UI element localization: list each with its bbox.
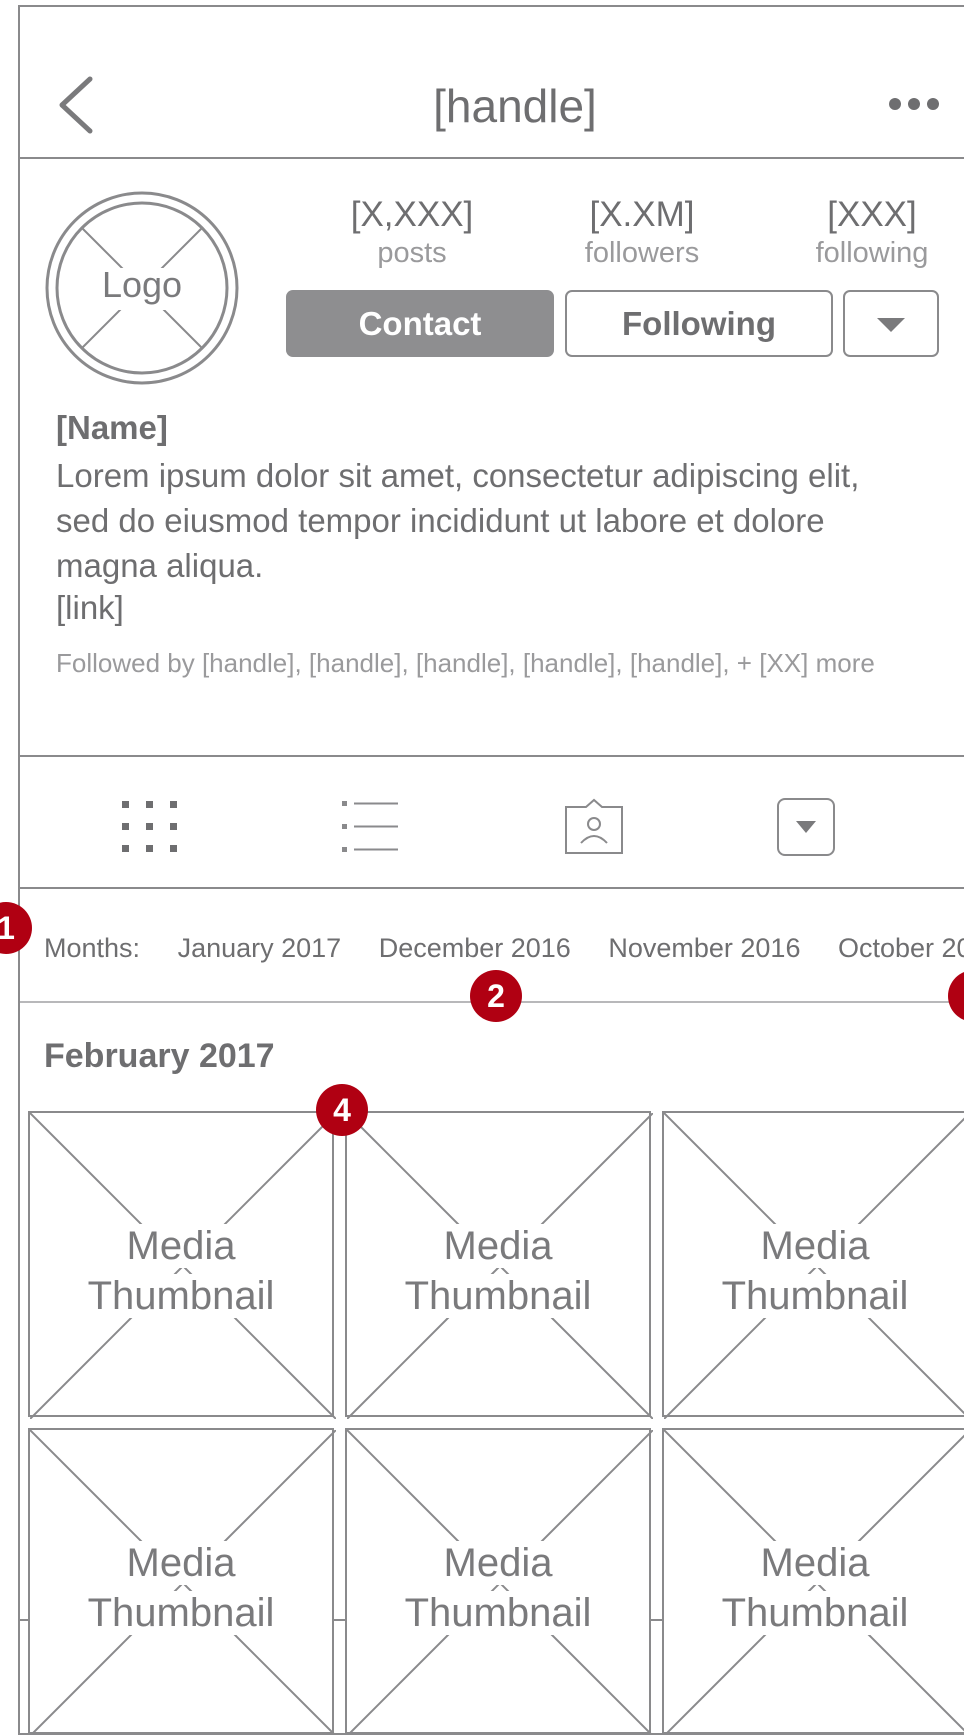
tab-list-view[interactable] <box>310 787 430 867</box>
media-thumbnail[interactable]: Media Thumbnail <box>345 1428 653 1733</box>
stat-following[interactable]: [XXX] following <box>772 195 964 271</box>
profile-dropdown-button[interactable] <box>843 290 939 357</box>
profile-link[interactable]: [link] <box>56 589 124 627</box>
tab-grid-view[interactable] <box>90 787 210 867</box>
stat-posts-label: posts <box>377 237 447 269</box>
dropdown-icon <box>777 798 835 856</box>
tagged-person-icon <box>565 798 623 854</box>
thumbnail-label: Media Thumbnail <box>664 1538 964 1638</box>
section-title: February 2017 <box>44 1037 275 1075</box>
followed-by-text[interactable]: Followed by [handle], [handle], [handle]… <box>56 639 916 687</box>
contact-button[interactable]: Contact <box>286 290 554 357</box>
media-thumbnail[interactable]: Media Thumbnail <box>28 1111 336 1419</box>
page-title: [handle] <box>433 80 597 132</box>
thumbnail-label: Media Thumbnail <box>664 1221 964 1321</box>
thumbnail-label: Media Thumbnail <box>347 1221 649 1321</box>
stat-posts-value: [X,XXX] <box>350 195 474 234</box>
stat-followers[interactable]: [X.XM] followers <box>542 195 742 271</box>
bio-divider <box>20 755 964 757</box>
media-thumbnail[interactable]: Media Thumbnail <box>662 1111 964 1419</box>
months-label: Months: <box>44 933 141 963</box>
grid-icon <box>122 801 177 852</box>
profile-bio: Lorem ipsum dolor sit amet, consectetur … <box>56 457 860 584</box>
tabs-divider <box>20 887 964 889</box>
stat-following-label: following <box>815 237 929 269</box>
month-item[interactable]: January 2017 <box>178 933 342 963</box>
thumbnail-label: Media Thumbnail <box>347 1538 649 1638</box>
annotation-marker-4: 4 <box>316 1084 368 1136</box>
annotation-marker-2: 2 <box>470 970 522 1022</box>
media-thumbnail[interactable]: Media Thumbnail <box>662 1428 964 1733</box>
stat-following-value: [XXX] <box>827 195 917 234</box>
list-icon <box>342 801 398 852</box>
stat-followers-value: [X.XM] <box>589 195 695 234</box>
thumbnail-label: Media Thumbnail <box>30 1221 332 1321</box>
tab-more-view[interactable] <box>746 787 866 867</box>
thumbnail-label: Media Thumbnail <box>30 1538 332 1638</box>
header-divider <box>20 157 964 159</box>
stat-posts[interactable]: [X,XXX] posts <box>312 195 512 271</box>
month-item[interactable]: October 2016 <box>838 933 964 963</box>
tab-tagged-view[interactable] <box>534 787 654 867</box>
media-thumbnail[interactable]: Media Thumbnail <box>28 1428 336 1733</box>
profile-name: [Name] <box>56 409 168 446</box>
media-thumbnail[interactable]: Media Thumbnail <box>345 1111 653 1419</box>
back-chevron-icon[interactable] <box>42 67 102 143</box>
following-button[interactable]: Following <box>565 290 833 357</box>
month-item[interactable]: November 2016 <box>608 933 800 963</box>
more-options-icon[interactable] <box>885 94 945 114</box>
chevron-down-icon <box>877 318 905 332</box>
profile-logo-avatar[interactable]: Logo <box>44 190 240 386</box>
month-item[interactable]: December 2016 <box>379 933 571 963</box>
logo-label: Logo <box>101 264 183 305</box>
phone-screen: [handle] Logo [X,XXX] posts [X.XM] follo… <box>18 5 964 1735</box>
months-strip: Months: January 2017 December 2016 Novem… <box>44 933 964 964</box>
stat-followers-label: followers <box>584 237 700 269</box>
